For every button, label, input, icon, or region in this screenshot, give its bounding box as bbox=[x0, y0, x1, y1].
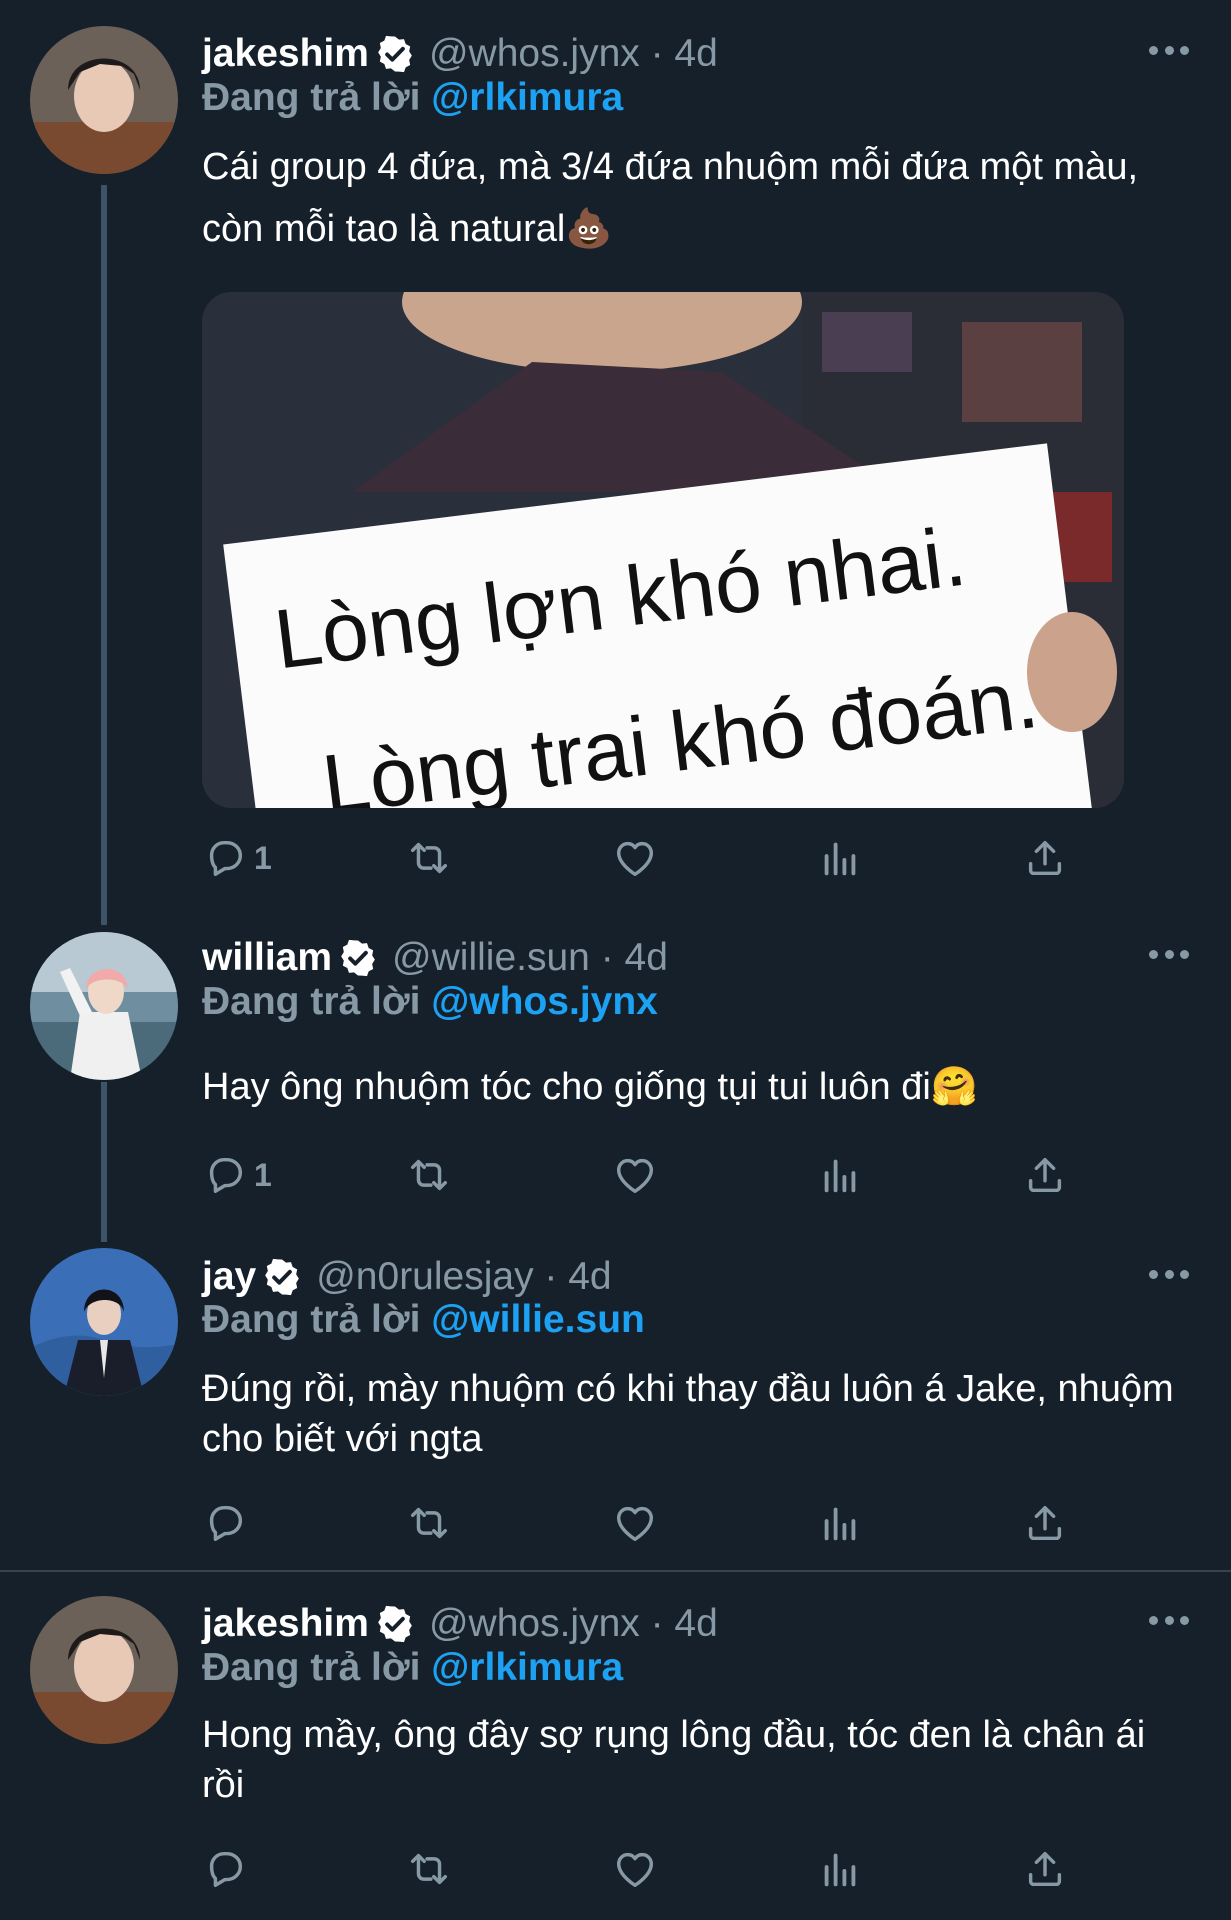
replying-to: Đang trả lời @rlkimura bbox=[202, 1646, 623, 1690]
reply-icon bbox=[202, 835, 248, 881]
share-icon bbox=[1022, 1846, 1068, 1892]
handle-and-time[interactable]: @whos.jynx · 4d bbox=[429, 1602, 718, 1646]
tweet-header: jakeshim @whos.jynx · 4d bbox=[202, 29, 718, 79]
reply-mention[interactable]: @whos.jynx bbox=[431, 980, 658, 1023]
share-button[interactable] bbox=[1022, 1844, 1068, 1894]
analytics-icon bbox=[817, 835, 863, 881]
tweet-text: Hay ông nhuộm tóc cho giống tụi tui luôn… bbox=[202, 1066, 979, 1108]
reply-prefix: Đang trả lời bbox=[202, 980, 421, 1023]
reply-count: 1 bbox=[254, 839, 272, 876]
like-icon bbox=[612, 835, 658, 881]
reply-mention[interactable]: @rlkimura bbox=[431, 1646, 623, 1689]
tweet[interactable]: jakeshim @whos.jynx · 4d Đang trả lời @r… bbox=[0, 1572, 1231, 1920]
tweet-text: Cái group 4 đứa, mà 3/4 đứa nhuộm mỗi đứ… bbox=[202, 146, 1139, 250]
tweet-actions: 1 bbox=[202, 833, 1082, 883]
tweet-actions bbox=[202, 1844, 1082, 1894]
analytics-button[interactable] bbox=[817, 1844, 863, 1894]
share-button[interactable] bbox=[1022, 1498, 1068, 1548]
display-name[interactable]: jakeshim bbox=[202, 1602, 369, 1646]
reply-button[interactable]: 1 bbox=[202, 833, 272, 883]
share-icon bbox=[1022, 835, 1068, 881]
verified-icon bbox=[338, 938, 378, 978]
like-button[interactable] bbox=[612, 1150, 658, 1200]
replying-to: Đang trả lời @whos.jynx bbox=[202, 980, 658, 1024]
retweet-icon bbox=[406, 1152, 452, 1198]
replying-to: Đang trả lời @willie.sun bbox=[202, 1298, 645, 1342]
like-button[interactable] bbox=[612, 1498, 658, 1548]
reply-button[interactable] bbox=[202, 1498, 254, 1548]
reply-prefix: Đang trả lời bbox=[202, 1646, 421, 1689]
reply-count: 1 bbox=[254, 1156, 272, 1193]
analytics-button[interactable] bbox=[817, 1498, 863, 1548]
reply-button[interactable]: 1 bbox=[202, 1150, 272, 1200]
share-button[interactable] bbox=[1022, 1150, 1068, 1200]
handle-and-time[interactable]: @n0rulesjay · 4d bbox=[316, 1255, 611, 1299]
retweet-button[interactable] bbox=[406, 1498, 452, 1548]
more-icon[interactable] bbox=[1149, 950, 1189, 962]
retweet-icon bbox=[406, 835, 452, 881]
analytics-icon bbox=[817, 1846, 863, 1892]
tweet-text: Đúng rồi, mày nhuộm có khi thay đầu luôn… bbox=[202, 1368, 1174, 1460]
reply-icon bbox=[202, 1500, 248, 1546]
reply-mention[interactable]: @willie.sun bbox=[431, 1298, 645, 1341]
more-icon[interactable] bbox=[1149, 1616, 1189, 1628]
retweet-button[interactable] bbox=[406, 833, 452, 883]
like-icon bbox=[612, 1152, 658, 1198]
analytics-icon bbox=[817, 1152, 863, 1198]
display-name[interactable]: jakeshim bbox=[202, 32, 369, 76]
like-button[interactable] bbox=[612, 1844, 658, 1894]
handle-and-time[interactable]: @willie.sun · 4d bbox=[392, 936, 668, 980]
share-icon bbox=[1022, 1500, 1068, 1546]
display-name[interactable]: william bbox=[202, 936, 332, 980]
verified-icon bbox=[262, 1257, 302, 1297]
analytics-icon bbox=[817, 1500, 863, 1546]
display-name[interactable]: jay bbox=[202, 1255, 256, 1299]
tweet-header: jakeshim @whos.jynx · 4d bbox=[202, 1599, 718, 1649]
reply-button[interactable] bbox=[202, 1844, 254, 1894]
analytics-button[interactable] bbox=[817, 833, 863, 883]
tweet-header: jay @n0rulesjay · 4d bbox=[202, 1252, 612, 1302]
verified-icon bbox=[375, 1604, 415, 1644]
share-button[interactable] bbox=[1022, 833, 1068, 883]
tweet[interactable]: william @willie.sun · 4d Đang trả lời @w… bbox=[0, 910, 1231, 1230]
reply-icon bbox=[202, 1152, 248, 1198]
more-icon[interactable] bbox=[1149, 46, 1189, 58]
tweet-actions: 1 bbox=[202, 1150, 1082, 1200]
avatar[interactable] bbox=[30, 1248, 178, 1396]
avatar[interactable] bbox=[30, 26, 178, 174]
tweet-text: Hong mầy, ông đây sợ rụng lông đầu, tóc … bbox=[202, 1714, 1146, 1806]
like-icon bbox=[612, 1500, 658, 1546]
share-icon bbox=[1022, 1152, 1068, 1198]
retweet-icon bbox=[406, 1500, 452, 1546]
tweet[interactable]: jakeshim @whos.jynx · 4d Đang trả lời @r… bbox=[0, 0, 1231, 910]
avatar[interactable] bbox=[30, 1596, 178, 1744]
tweet[interactable]: jay @n0rulesjay · 4d Đang trả lời @willi… bbox=[0, 1230, 1231, 1570]
analytics-button[interactable] bbox=[817, 1150, 863, 1200]
verified-icon bbox=[375, 34, 415, 74]
replying-to: Đang trả lời @rlkimura bbox=[202, 76, 623, 120]
more-icon[interactable] bbox=[1149, 1270, 1189, 1282]
retweet-icon bbox=[406, 1846, 452, 1892]
reply-prefix: Đang trả lời bbox=[202, 1298, 421, 1341]
avatar[interactable] bbox=[30, 932, 178, 1080]
tweet-image[interactable]: Lòng lợn khó nhai. Lòng trai khó đoán. bbox=[202, 292, 1124, 808]
like-button[interactable] bbox=[612, 833, 658, 883]
reply-icon bbox=[202, 1846, 248, 1892]
tweet-header: william @willie.sun · 4d bbox=[202, 933, 668, 983]
tweet-actions bbox=[202, 1498, 1082, 1548]
retweet-button[interactable] bbox=[406, 1844, 452, 1894]
reply-prefix: Đang trả lời bbox=[202, 76, 421, 119]
like-icon bbox=[612, 1846, 658, 1892]
reply-mention[interactable]: @rlkimura bbox=[431, 76, 623, 119]
handle-and-time[interactable]: @whos.jynx · 4d bbox=[429, 32, 718, 76]
retweet-button[interactable] bbox=[406, 1150, 452, 1200]
